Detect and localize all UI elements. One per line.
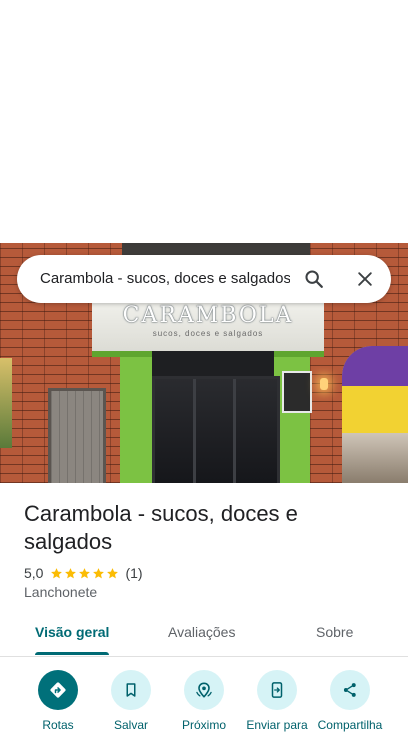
star-icon — [65, 567, 77, 578]
save-button[interactable]: Salvar — [91, 670, 171, 732]
rating-value: 5,0 — [24, 565, 44, 581]
directions-icon — [50, 682, 66, 698]
star-icon — [93, 567, 105, 578]
search-button[interactable] — [298, 263, 330, 295]
tab-reviews[interactable]: Avaliações — [168, 624, 235, 640]
tab-about[interactable]: Sobre — [316, 624, 353, 640]
sign-subtitle: sucos, doces e salgados — [152, 329, 264, 338]
clear-search-button[interactable] — [349, 263, 381, 295]
neighbor-shop-counter — [342, 433, 408, 483]
place-tabs: Visão geral Avaliações Sobre — [0, 610, 408, 657]
nearby-label: Próximo — [181, 718, 226, 732]
bookmark-icon — [126, 683, 136, 697]
wall-lamp — [320, 378, 328, 390]
sign-name: CARAMBOLA — [122, 303, 294, 328]
search-icon — [305, 270, 323, 288]
review-count[interactable]: (1) — [125, 565, 142, 581]
directions-label: Rotas — [42, 718, 74, 732]
search-bar[interactable]: Carambola - sucos, doces e salgados — [17, 255, 391, 303]
star-icon — [79, 567, 91, 578]
storefront-glass-door — [152, 376, 280, 483]
side-door — [48, 388, 106, 483]
active-tab-indicator — [35, 652, 109, 655]
directions-button[interactable]: Rotas — [18, 670, 98, 732]
send-to-phone-icon — [271, 682, 283, 698]
nearby-icon — [196, 682, 212, 698]
tab-overview[interactable]: Visão geral — [35, 624, 109, 640]
place-title: Carambola - sucos, doces e salgados — [24, 501, 298, 554]
rating-row[interactable]: 5,0 (1) — [24, 564, 143, 582]
nearby-button[interactable]: Próximo — [164, 670, 244, 732]
search-input[interactable]: Carambola - sucos, doces e salgados — [40, 270, 290, 287]
save-label: Salvar — [113, 718, 148, 732]
neighbor-shop — [342, 346, 408, 483]
send-to-phone-label: Enviar para — [246, 718, 308, 732]
star-icon — [51, 567, 63, 578]
send-to-phone-button[interactable]: Enviar para — [237, 670, 317, 732]
menu-board — [282, 371, 312, 413]
wall-poster — [0, 358, 12, 448]
neighbor-shop-banner — [342, 346, 408, 386]
place-category[interactable]: Lanchonete — [24, 584, 97, 600]
share-icon — [343, 683, 356, 697]
rating-stars — [50, 567, 120, 580]
storefront-transom — [152, 351, 274, 376]
storefront-sign: CARAMBOLA sucos, doces e salgados — [92, 295, 324, 357]
close-icon — [358, 272, 372, 286]
share-button[interactable]: Compartilha — [310, 670, 390, 732]
share-label: Compartilha — [317, 718, 383, 732]
star-icon — [107, 567, 119, 578]
